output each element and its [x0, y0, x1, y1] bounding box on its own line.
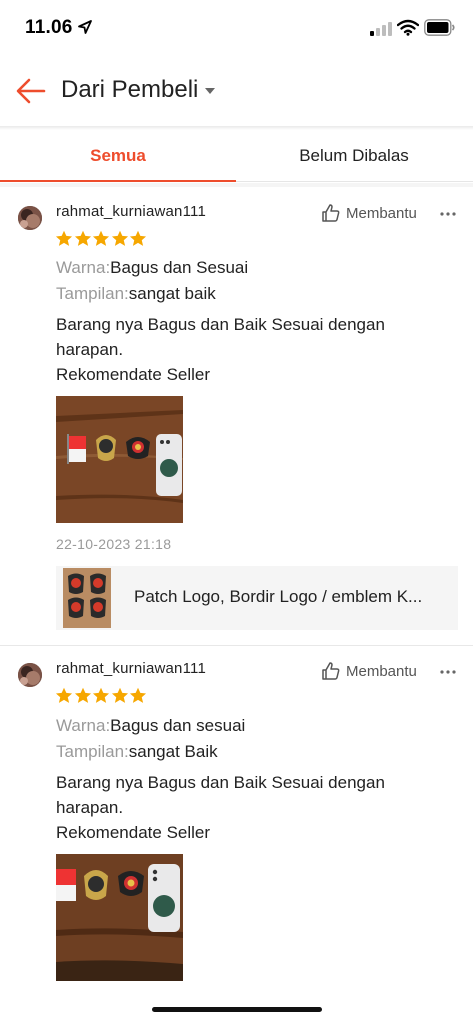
review-card: rahmat_kurniawan111 Membantu Warna:Bagus… — [0, 187, 473, 645]
comment-line: Barang nya Bagus dan Baik Sesuai dengan — [56, 773, 385, 792]
attribute-value: sangat baik — [128, 284, 216, 303]
comment-line: Rekomendate Seller — [56, 823, 211, 842]
battery-icon — [424, 19, 455, 36]
caret-down-icon[interactable] — [205, 88, 215, 94]
more-options-icon[interactable] — [440, 670, 456, 674]
location-arrow-icon — [78, 20, 92, 34]
thumbs-up-icon — [322, 662, 340, 680]
review-card: rahmat_kurniawan111 Membantu Warna:Bagus… — [0, 646, 473, 986]
comment-line: harapan. — [56, 340, 124, 359]
star-icon — [129, 687, 147, 703]
reviewer-username: rahmat_kurniawan111 — [56, 660, 206, 677]
review-comment: Barang nya Bagus dan Baik Sesuai dengan … — [56, 312, 385, 387]
star-icon — [74, 230, 91, 246]
review-date: 22-10-2023 21:18 — [56, 536, 172, 552]
active-tab-indicator — [0, 180, 236, 182]
helpful-label: Membantu — [346, 204, 417, 222]
attribute-key: Warna: — [56, 258, 111, 277]
review-attribute-appearance: Tampilan:sangat Baik — [56, 742, 218, 762]
star-icon — [74, 687, 91, 703]
product-card[interactable]: Patch Logo, Bordir Logo / emblem K... — [56, 566, 458, 630]
star-icon — [55, 687, 73, 703]
tab-bar: Semua Belum Dibalas — [0, 130, 473, 182]
reviewer-username: rahmat_kurniawan111 — [56, 203, 206, 220]
comment-line: Barang nya Bagus dan Baik Sesuai dengan — [56, 315, 385, 334]
page-title[interactable]: Dari Pembeli — [61, 76, 198, 104]
review-photo[interactable] — [56, 854, 183, 981]
attribute-key: Tampilan: — [56, 742, 129, 761]
star-rating — [55, 687, 148, 704]
star-icon — [92, 687, 110, 703]
thumbs-up-icon — [322, 204, 340, 222]
attribute-key: Warna: — [56, 716, 111, 735]
review-attribute-color: Warna:Bagus dan sesuai — [56, 716, 245, 736]
helpful-label: Membantu — [346, 662, 417, 680]
star-icon — [92, 230, 110, 246]
cellular-signal-icon — [370, 22, 392, 36]
attribute-value: Bagus dan sesuai — [110, 716, 246, 735]
comment-line: Rekomendate Seller — [56, 365, 211, 384]
helpful-button[interactable]: Membantu — [321, 203, 417, 223]
star-rating — [55, 230, 148, 247]
star-icon — [111, 230, 128, 246]
tab-unreplied[interactable]: Belum Dibalas — [236, 130, 472, 182]
attribute-key: Tampilan: — [56, 284, 129, 303]
back-arrow-icon[interactable] — [14, 74, 48, 108]
star-icon — [111, 687, 128, 703]
more-options-icon[interactable] — [440, 212, 456, 216]
helpful-button[interactable]: Membantu — [321, 661, 417, 681]
product-name: Patch Logo, Bordir Logo / emblem K... — [134, 587, 423, 606]
review-attribute-appearance: Tampilan:sangat baik — [56, 284, 216, 304]
avatar[interactable] — [18, 663, 42, 687]
review-photo[interactable] — [56, 396, 183, 523]
wifi-icon — [397, 19, 419, 36]
product-thumbnail — [63, 568, 111, 628]
attribute-value: Bagus dan Sesuai — [110, 258, 249, 277]
home-indicator[interactable] — [152, 1007, 322, 1012]
status-bar: 11.06 — [0, 0, 473, 58]
avatar[interactable] — [18, 206, 42, 230]
comment-line: harapan. — [56, 798, 124, 817]
star-icon — [129, 230, 147, 246]
tab-all[interactable]: Semua — [0, 130, 236, 182]
app-header: Dari Pembeli — [0, 58, 473, 126]
status-time: 11.06 — [25, 17, 73, 38]
review-attribute-color: Warna:Bagus dan Sesuai — [56, 258, 248, 278]
star-icon — [55, 230, 73, 246]
attribute-value: sangat Baik — [128, 742, 218, 761]
review-comment: Barang nya Bagus dan Baik Sesuai dengan … — [56, 770, 385, 845]
